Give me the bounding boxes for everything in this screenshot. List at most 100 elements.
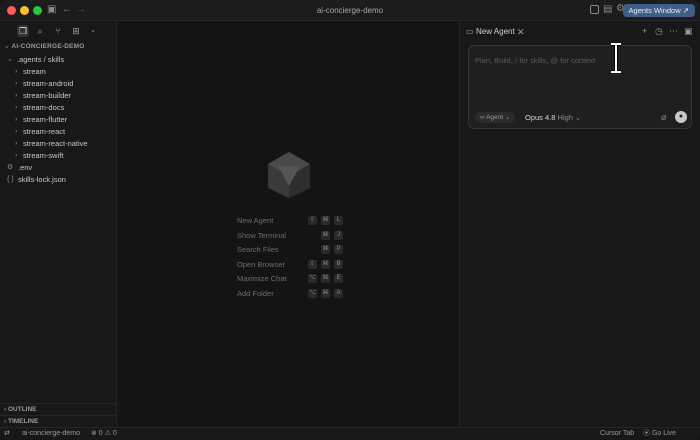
outline-section[interactable]: › OUTLINE: [0, 403, 117, 415]
close-icon[interactable]: ✕: [517, 25, 525, 39]
attach-image-icon[interactable]: ⌀: [661, 112, 666, 123]
layout-icon[interactable]: [590, 5, 599, 14]
history-icon[interactable]: ◷: [655, 26, 663, 36]
plus-icon[interactable]: +: [642, 26, 647, 36]
chevron-icon: ›: [15, 80, 18, 87]
model-name: Opus 4.8: [525, 113, 556, 122]
microphone-button[interactable]: ●: [675, 111, 687, 123]
keycap: ⇧: [308, 216, 317, 225]
shortcut-label: New Agent: [237, 216, 274, 225]
keycap: ⌥: [308, 288, 317, 298]
keycap: A: [334, 288, 343, 298]
go-live-button[interactable]: ⦿ Go Live: [643, 428, 676, 440]
tree-item-label: stream-android: [23, 79, 74, 88]
shortcut-row[interactable]: Maximize Chat ⌥ ⌘ E: [237, 273, 347, 285]
chat-icon[interactable]: ▤: [603, 4, 612, 16]
shortcut-row[interactable]: Open Browser ⇧ ⌘ B: [237, 259, 347, 271]
chevron-icon: ›: [15, 104, 18, 111]
chevron-icon: ›: [15, 68, 18, 75]
keycap: ⌘: [321, 259, 330, 269]
branch-label[interactable]: ai-concierge-demo: [22, 428, 80, 440]
text-cursor-icon: [611, 43, 621, 73]
shortcut-row[interactable]: New Agent ⇧ ⌘ L: [237, 215, 347, 227]
search-icon[interactable]: ⌕: [34, 25, 46, 37]
tree-item-label: .env: [18, 163, 33, 172]
cursor-tab-status[interactable]: Cursor Tab: [600, 428, 634, 440]
shortcut-row[interactable]: Add Folder ⌥ ⌘ A: [237, 288, 347, 300]
tab-label: New Agent: [476, 27, 515, 36]
tree-item-label: skills-lock.json: [18, 175, 66, 184]
tree-item[interactable]: { } skills-lock.json: [0, 174, 117, 186]
chevron-icon: ›: [15, 92, 18, 99]
tree-item[interactable]: › stream: [0, 66, 117, 78]
effort-level: High ⌄: [557, 113, 582, 122]
keycap: J: [334, 230, 343, 240]
panel-layout-icon[interactable]: ▣: [684, 26, 693, 36]
keycap: ⇧: [308, 259, 317, 269]
keycap: L: [334, 216, 343, 225]
shortcut-row[interactable]: Show Terminal ⌘ J: [237, 230, 347, 242]
shortcut-label: Show Terminal: [237, 230, 287, 240]
tree-item-label: stream-react: [23, 127, 66, 136]
shortcut-label: Open Browser: [237, 259, 285, 269]
tree-item[interactable]: › stream-swift: [0, 150, 117, 162]
tree-item-label: stream-swift: [23, 151, 64, 160]
agent-mode-dropdown[interactable]: ∞ Agent ⌄: [475, 112, 516, 123]
app-window: ▣ ← → ai-concierge-demo ▤ ⚙ Agents Windo…: [0, 0, 700, 440]
tree-item[interactable]: › stream-docs: [0, 102, 117, 114]
title-bar: ▣ ← → ai-concierge-demo ▤ ⚙ Agents Windo…: [0, 0, 700, 21]
keycap: ⌘: [321, 230, 330, 240]
file-type-icon: ⚙: [7, 164, 14, 171]
chevron-down-icon[interactable]: ⌄: [87, 25, 99, 37]
tree-item[interactable]: ⌄ .agents / skills: [0, 54, 117, 66]
chevron-icon: ›: [15, 140, 18, 147]
tree-item[interactable]: › stream-react-native: [0, 138, 117, 150]
keycap: ⌘: [321, 274, 330, 283]
model-selector[interactable]: Opus 4.8 High ⌄: [525, 112, 581, 123]
chevron-icon: ›: [15, 116, 18, 123]
tree-item-label: stream-builder: [23, 91, 71, 100]
tree-item[interactable]: › stream-builder: [0, 90, 117, 102]
timeline-section[interactable]: › TIMELINE: [0, 415, 117, 427]
keycap: P: [334, 245, 343, 254]
tree-item-label: stream-react-native: [23, 139, 88, 148]
problems-indicator[interactable]: ⊗ 0 ⚠ 0: [91, 428, 117, 440]
keycap: ⌘: [321, 216, 330, 225]
files-icon[interactable]: ❐: [17, 25, 29, 37]
keycap: ⌥: [308, 274, 317, 283]
chevron-icon: ›: [15, 152, 18, 159]
cursor-logo-icon: [268, 152, 310, 198]
file-type-icon: { }: [7, 176, 14, 183]
editor-area: New Agent ⇧ ⌘ L Show Terminal ⌘ J Search Files ⌘…: [117, 21, 460, 427]
source-control-icon[interactable]: ⑂: [52, 25, 64, 37]
chevron-icon: ›: [15, 128, 18, 135]
extensions-icon[interactable]: ⊞: [70, 25, 82, 37]
chat-bubble-icon: ▭: [466, 27, 474, 36]
tree-item[interactable]: › stream-flutter: [0, 114, 117, 126]
shortcut-row[interactable]: Search Files ⌘ P: [237, 244, 347, 256]
sidebar-toolbar: ❐ ⌕ ⑂ ⊞ ⌄: [0, 21, 117, 40]
shortcut-label: Add Folder: [237, 288, 274, 298]
tree-item[interactable]: › stream-react: [0, 126, 117, 138]
status-bar: ⇄ ai-concierge-demo ⊗ 0 ⚠ 0 Cursor Tab ⦿…: [0, 427, 700, 440]
keycap: E: [334, 274, 343, 283]
agent-panel: ▭ New Agent ✕ + ◷ ⋯ ▣ ∞ Agent ⌄ Opus 4.8…: [460, 21, 700, 427]
agents-window-button[interactable]: Agents Window ↗: [622, 4, 695, 17]
prompt-input[interactable]: [475, 54, 675, 66]
agent-composer: ∞ Agent ⌄ Opus 4.8 High ⌄ ⌀ ●: [468, 45, 692, 129]
keycap: B: [334, 259, 343, 269]
tree-item-label: stream-flutter: [23, 115, 68, 124]
explorer-sidebar: ❐ ⌕ ⑂ ⊞ ⌄ ⌄ AI-CONCIERGE-DEMO ⌄ .agents /…: [0, 21, 117, 427]
keycap: ⌘: [321, 288, 330, 298]
tree-item-label: .agents / skills: [17, 55, 65, 64]
more-options-icon[interactable]: ⋯: [669, 26, 678, 36]
keycap: ⌘: [321, 245, 330, 254]
shortcut-label: Search Files: [237, 245, 279, 254]
workspace-section-title[interactable]: ⌄ AI-CONCIERGE-DEMO: [0, 42, 117, 52]
tree-item[interactable]: ⚙ .env: [0, 162, 117, 174]
tree-item-label: stream-docs: [23, 103, 65, 112]
remote-icon[interactable]: ⇄: [4, 428, 10, 440]
shortcut-label: Maximize Chat: [237, 274, 287, 283]
tree-item-label: stream: [23, 67, 46, 76]
tree-item[interactable]: › stream-android: [0, 78, 117, 90]
